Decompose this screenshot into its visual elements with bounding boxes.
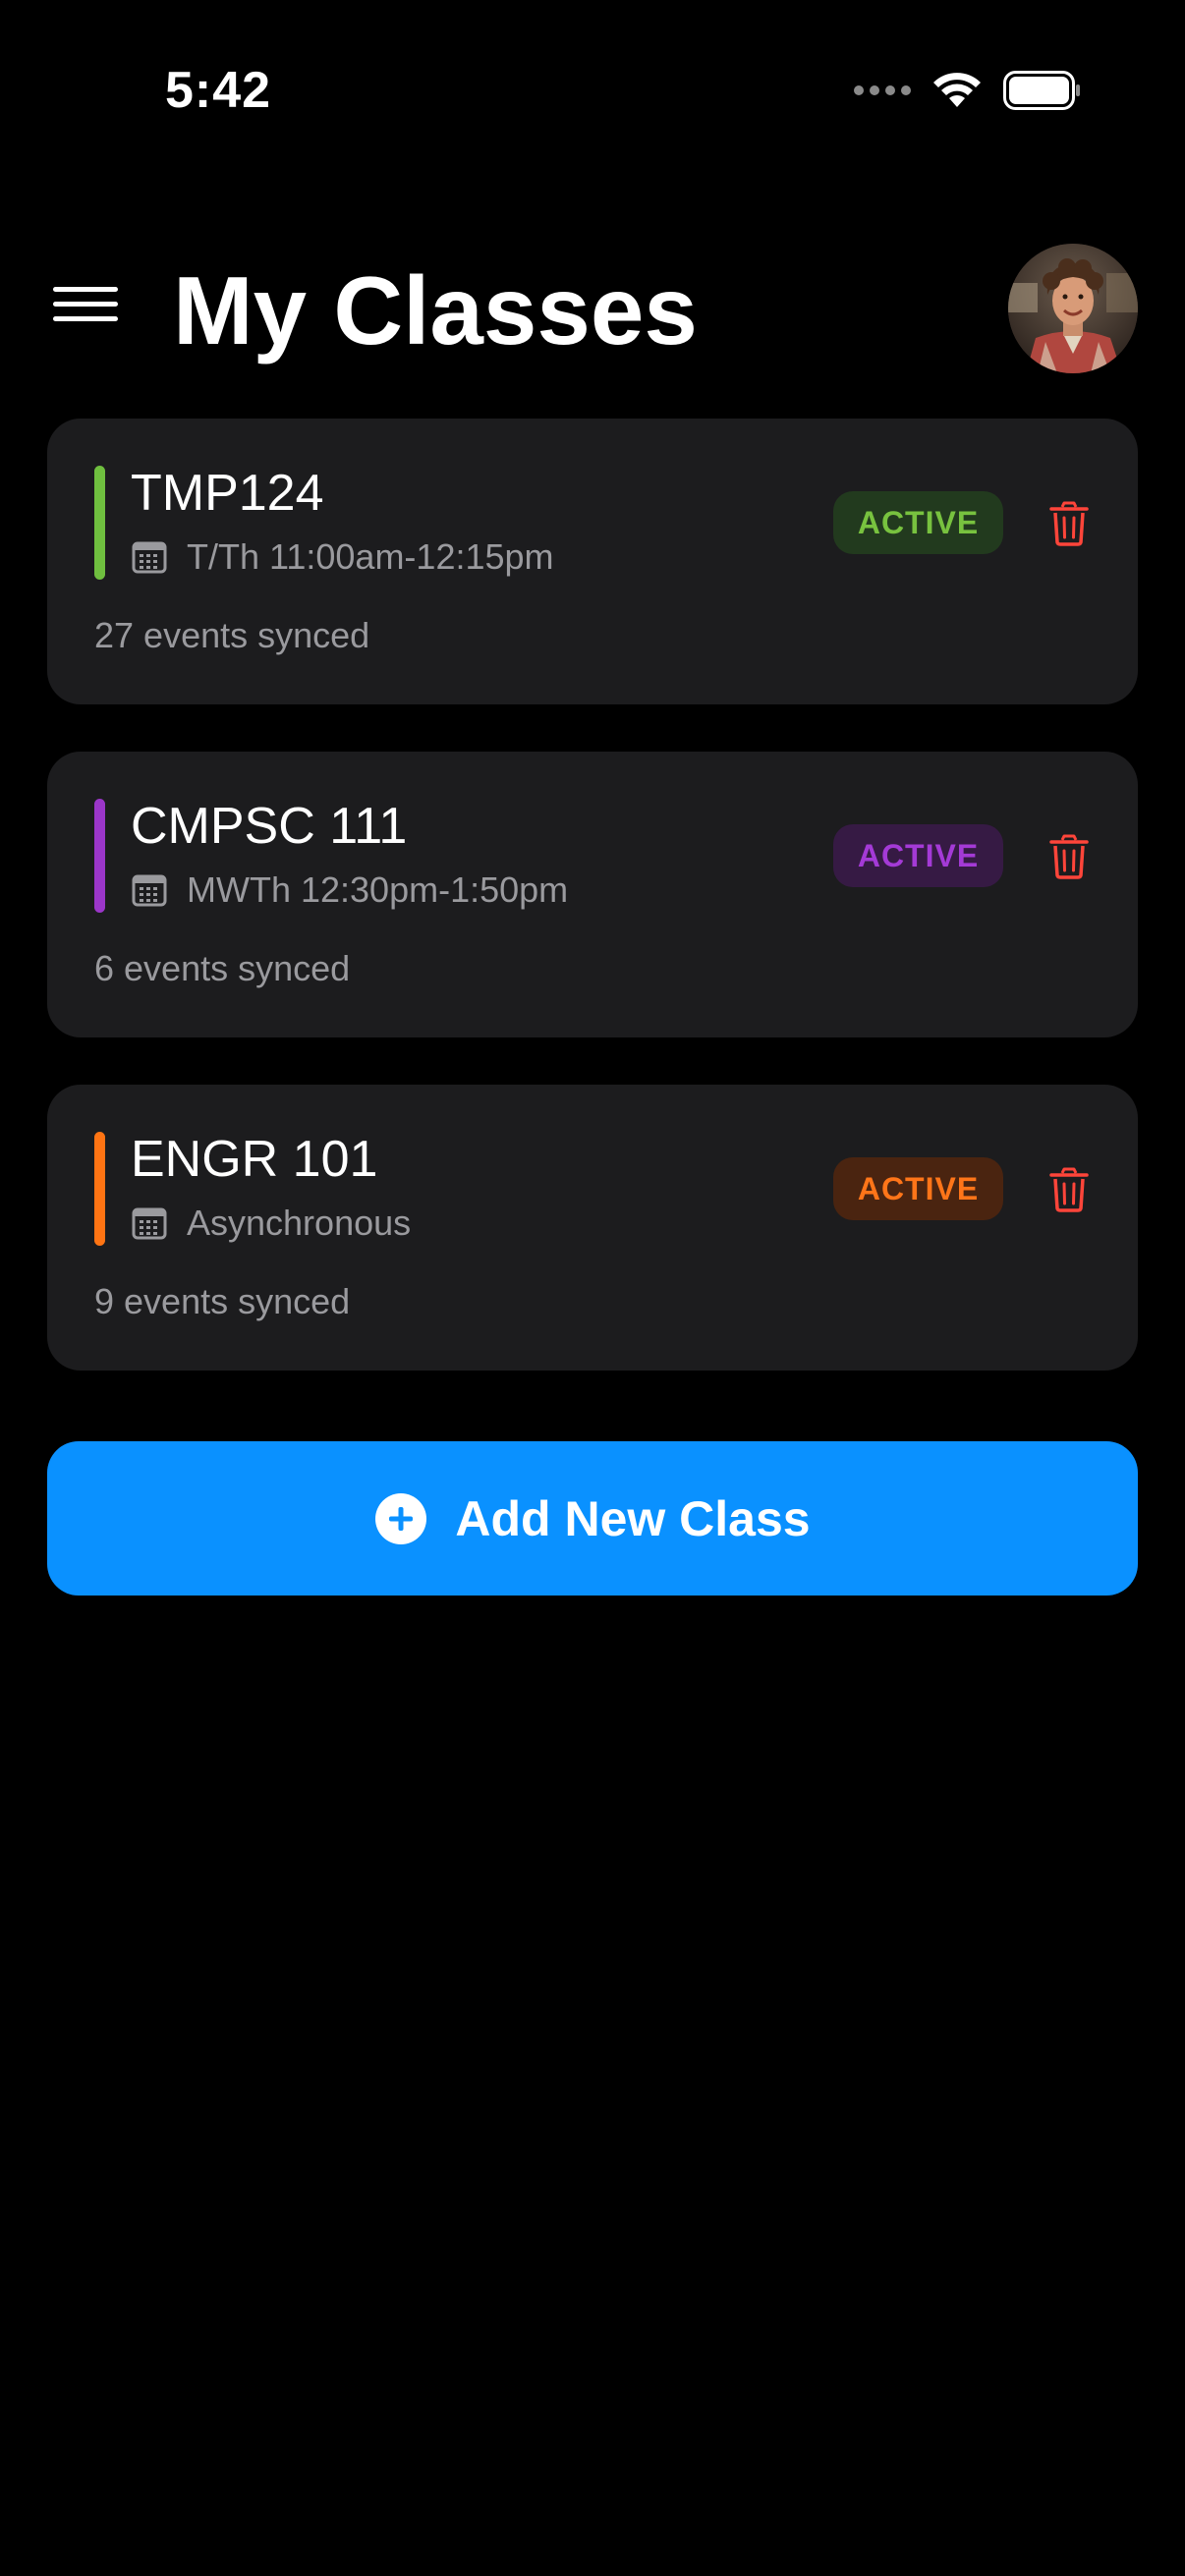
signal-dots-icon [854,85,911,95]
status-icons [854,71,1082,110]
class-name: ENGR 101 [131,1131,378,1188]
class-name: CMPSC 111 [131,798,408,855]
trash-icon[interactable] [1049,501,1089,546]
add-new-class-button[interactable]: Add New Class [47,1441,1138,1596]
class-color-bar [94,466,105,580]
wifi-icon [933,73,981,107]
status-bar: 5:42 [0,0,1185,196]
class-schedule: MWTh 12:30pm-1:50pm [132,869,568,911]
class-color-bar [94,799,105,913]
page-title: My Classes [173,256,698,364]
schedule-text: MWTh 12:30pm-1:50pm [187,869,569,910]
class-name: TMP124 [131,465,324,522]
status-badge: ACTIVE [833,1157,1003,1220]
class-card[interactable]: ENGR 101 Asynchronous 9 events synced AC… [47,1085,1138,1371]
avatar[interactable] [1008,244,1138,373]
calendar-icon [132,1207,167,1240]
class-card[interactable]: TMP124 T/Th 11:00am-12:15pm 27 events sy… [47,419,1138,704]
status-time: 5:42 [165,62,272,119]
class-card[interactable]: CMPSC 111 MWTh 12:30pm-1:50pm 6 events s… [47,752,1138,1037]
class-schedule: T/Th 11:00am-12:15pm [132,536,554,578]
schedule-text: T/Th 11:00am-12:15pm [187,536,554,577]
trash-icon[interactable] [1049,834,1089,879]
add-new-class-label: Add New Class [455,1490,811,1546]
header: My Classes [0,236,1185,383]
schedule-text: Asynchronous [187,1203,412,1243]
plus-circle-icon [375,1492,427,1544]
status-badge: ACTIVE [833,491,1003,554]
calendar-icon [132,874,167,907]
avatar-photo [1008,244,1138,373]
class-schedule: Asynchronous [132,1203,411,1244]
status-badge: ACTIVE [833,824,1003,887]
battery-icon [1003,71,1080,110]
calendar-icon [132,541,167,574]
hamburger-menu-icon[interactable] [53,287,120,326]
trash-icon[interactable] [1049,1167,1089,1212]
class-color-bar [94,1132,105,1246]
synced-count: 6 events synced [94,948,351,988]
class-list: TMP124 T/Th 11:00am-12:15pm 27 events sy… [47,419,1138,1418]
synced-count: 27 events synced [94,615,370,655]
synced-count: 9 events synced [94,1281,351,1321]
